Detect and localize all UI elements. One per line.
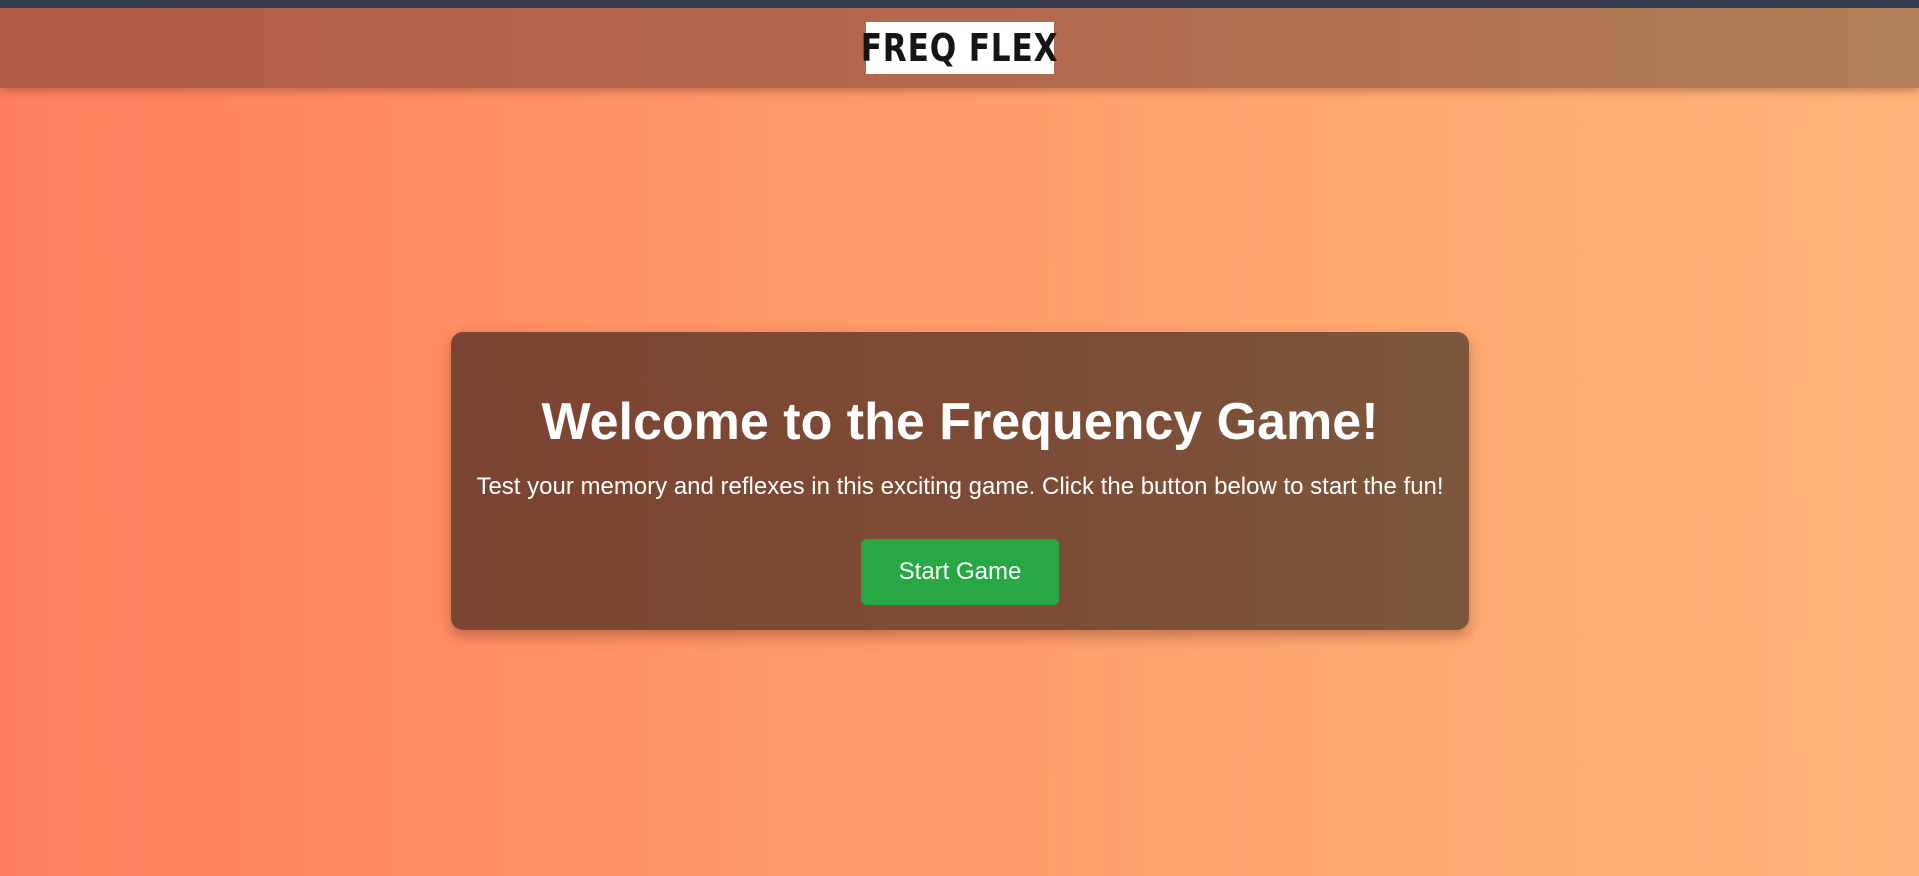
logo-text: FREQ FLEX (861, 26, 1059, 70)
welcome-title: Welcome to the Frequency Game! (541, 393, 1379, 451)
site-header: FREQ FLEX (0, 8, 1919, 88)
freq-flex-logo[interactable]: FREQ FLEX (861, 22, 1058, 74)
browser-top-strip (0, 0, 1919, 8)
welcome-description: Test your memory and reflexes in this ex… (476, 473, 1444, 500)
welcome-card: Welcome to the Frequency Game! Test your… (451, 332, 1469, 630)
start-game-button[interactable]: Start Game (861, 539, 1059, 605)
